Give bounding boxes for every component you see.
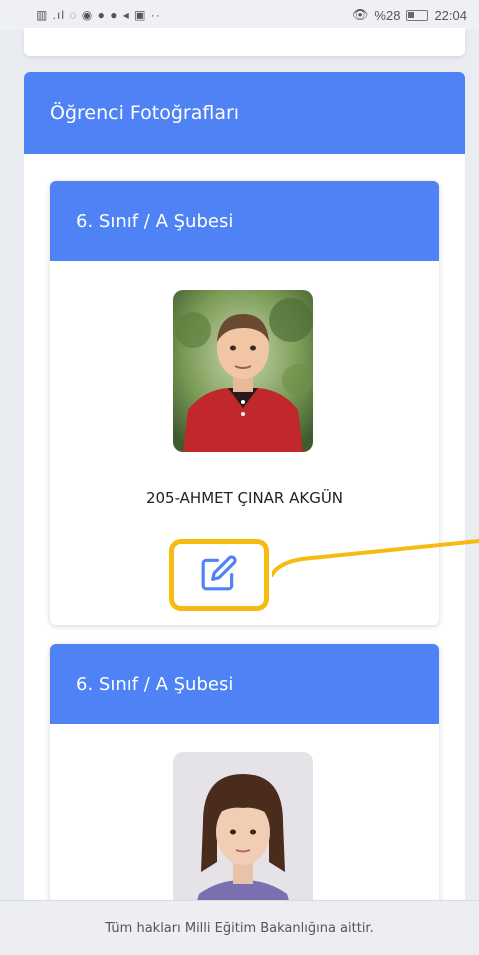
callout-line (272, 539, 479, 577)
panel-title: Öğrenci Fotoğrafları (50, 102, 240, 124)
footer-text: Tüm hakları Milli Eğitim Bakanlığına ait… (105, 920, 374, 936)
clock: 22:04 (434, 7, 467, 23)
student-card-header: 6. Sınıf / A Şubesi (50, 644, 439, 724)
battery-icon (406, 9, 429, 21)
footer: Tüm hakları Milli Eğitim Bakanlığına ait… (0, 900, 479, 955)
previous-card (24, 28, 465, 56)
student-photo (173, 290, 313, 452)
student-card-header: 6. Sınıf / A Şubesi (50, 181, 439, 261)
status-icons: ▥ .ıl ◌ ◉ ● ● ◂ ▣ ·· (36, 8, 161, 22)
student-photo (173, 752, 313, 914)
status-icons-text: ▥ .ıl ◌ ◉ ● ● ◂ ▣ ·· (36, 8, 161, 22)
edit-button[interactable] (169, 539, 269, 611)
battery-percent: %28 (374, 7, 401, 23)
student-name: 205-AHMET ÇINAR AKGÜN (145, 489, 344, 507)
student-photos-panel: Öğrenci Fotoğrafları 6. Sınıf / A Şubesi (24, 72, 465, 955)
class-label: 6. Sınıf / A Şubesi (76, 673, 234, 695)
class-label: 6. Sınıf / A Şubesi (76, 210, 234, 232)
edit-icon (200, 554, 238, 596)
status-bar: ▥ .ıl ◌ ◉ ● ● ◂ ▣ ·· 👁 %28 22:04 (0, 0, 479, 30)
panel-header: Öğrenci Fotoğrafları (24, 72, 465, 154)
status-right: 👁 %28 22:04 (352, 7, 467, 23)
eye-icon: 👁 (351, 7, 369, 22)
